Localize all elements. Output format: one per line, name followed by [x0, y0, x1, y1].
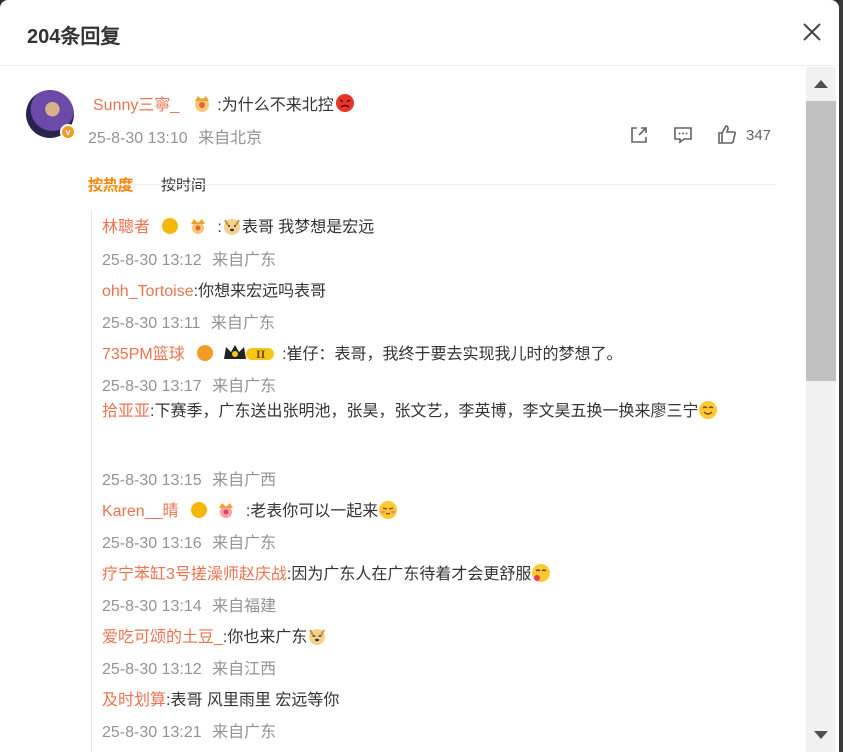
angry-face-emoji-icon — [335, 94, 354, 112]
modal-header: 204条回复 — [0, 0, 839, 66]
dog-face-emoji-icon — [223, 219, 240, 235]
verified-badge-icon — [197, 345, 214, 361]
comment-actions: 347 — [628, 124, 771, 146]
replies-modal: 204条回复 v Sunny三寧_ :为什么不来北控 25-8-30 13:10… — [0, 0, 839, 752]
reply-username[interactable]: 林聰者 — [102, 219, 150, 236]
reply-meta: 25-8-30 13:21 来自广东 — [102, 718, 276, 742]
reply-location: 来自福建 — [212, 598, 277, 615]
reply-time: 25-8-30 13:14 — [102, 598, 202, 615]
comment-thread: v Sunny三寧_ :为什么不来北控 25-8-30 13:10 来自北京 3… — [0, 67, 806, 752]
reply-meta: 25-8-30 13:12 来自广东 — [102, 246, 276, 270]
reply-text: :你也来广东 — [222, 629, 308, 646]
reply-time: 25-8-30 13:17 — [102, 378, 202, 395]
reply-meta: 25-8-30 13:12 来自江西 — [102, 655, 276, 679]
reply-location: 来自广西 — [212, 472, 277, 489]
close-icon — [803, 23, 821, 41]
reply-meta: 25-8-30 13:14 来自福建 — [102, 592, 276, 616]
reply-location: 来自江西 — [212, 661, 277, 678]
main-comment-time: 25-8-30 13:10 — [88, 130, 188, 147]
reply-meta: 25-8-30 13:17 来自广东 — [102, 372, 276, 396]
verified-badge-icon — [190, 502, 207, 518]
triangle-down-icon — [814, 731, 828, 739]
reply-time: 25-8-30 13:12 — [102, 661, 202, 678]
fan-crown-icon — [195, 96, 210, 112]
divider — [88, 184, 776, 185]
reply-location: 来自广东 — [212, 252, 277, 269]
reply-username[interactable]: 拾亚亚 — [102, 403, 150, 420]
main-comment-text: :为什么不来北控 — [217, 97, 334, 114]
like-count: 347 — [746, 126, 772, 144]
reply-location: 来自广东 — [212, 535, 277, 552]
scroll-up-button[interactable] — [806, 67, 836, 99]
triangle-up-icon — [814, 80, 828, 88]
fan-crown-icon — [190, 219, 205, 234]
reply-time: 25-8-30 13:16 — [102, 535, 202, 552]
reply-item: 拾亚亚:下赛季，广东送出张明池，张昊，张文艺，李英博，李文昊五换一换来廖三宁 — [102, 398, 772, 426]
reply-username[interactable]: Karen__晴 — [102, 503, 179, 520]
svg-text:II: II — [256, 350, 266, 361]
reply-item: 735PM篮球 II :崔仔：表哥，我终于要去实现我儿时的梦想了。 — [102, 340, 623, 364]
reply-item: 林聰者 : 表哥 我梦想是宏远 — [102, 213, 374, 237]
reply-rail — [91, 210, 92, 752]
svip-crown-badge-icon: II — [223, 345, 274, 361]
doge-emoji-icon — [309, 629, 326, 645]
reply-username[interactable]: 735PM篮球 — [102, 346, 185, 363]
scrollbar-thumb[interactable] — [806, 101, 836, 381]
scroll-down-button[interactable] — [806, 720, 836, 752]
comment-icon[interactable] — [672, 124, 694, 146]
main-comment-location: 来自北京 — [198, 130, 263, 147]
reply-item: ohh_Tortoise:你想来宏远吗表哥 — [102, 277, 326, 301]
main-comment-line: Sunny三寧_ :为什么不来北控 — [93, 91, 355, 115]
reply-item: 爱吃可颂的土豆_:你也来广东 — [102, 623, 327, 647]
reply-location: 来自广东 — [212, 724, 277, 741]
reply-location: 来自广东 — [210, 315, 275, 332]
reply-item: 疗宁苯缸3号搓澡师赵庆战:因为广东人在广东待着才会更舒服 — [102, 560, 551, 584]
thumbs-up-icon[interactable] — [716, 124, 738, 146]
reply-username[interactable]: ohh_Tortoise — [102, 283, 194, 300]
reply-meta: 25-8-30 13:15 来自广西 — [102, 466, 276, 490]
reply-location: 来自广东 — [212, 378, 277, 395]
reply-text: :崔仔：表哥，我终于要去实现我儿时的梦想了。 — [282, 346, 623, 363]
reply-text: :你想来宏远吗表哥 — [193, 283, 327, 300]
reply-text: :表哥 风里雨里 宏远等你 — [166, 692, 340, 709]
main-comment-username[interactable]: Sunny三寧_ — [93, 91, 179, 115]
reply-username[interactable]: 爱吃可颂的土豆_ — [102, 629, 223, 646]
reply-time: 25-8-30 13:15 — [102, 472, 202, 489]
share-icon[interactable] — [628, 124, 650, 146]
reply-item: 及时划算:表哥 风里雨里 宏远等你 — [102, 686, 339, 710]
verified-badge-icon — [162, 218, 179, 234]
reply-time: 25-8-30 13:11 — [102, 315, 201, 332]
main-comment-meta: 25-8-30 13:10 来自北京 — [88, 124, 262, 148]
reply-time: 25-8-30 13:21 — [102, 724, 202, 741]
reply-text: :老表你可以一起来 — [245, 503, 379, 520]
smiling-face-emoji-icon — [699, 401, 718, 419]
modal-title: 204条回复 — [27, 26, 121, 48]
reply-text: :因为广东人在广东待着才会更舒服 — [286, 566, 532, 583]
drooling-face-emoji-icon — [532, 564, 551, 582]
avatar[interactable]: v — [26, 90, 76, 140]
close-button[interactable] — [799, 19, 825, 45]
reply-username[interactable]: 及时划算 — [102, 692, 166, 709]
fan-crown-icon — [219, 503, 234, 518]
reply-meta: 25-8-30 13:11 来自广东 — [102, 309, 275, 333]
reply-item: Karen__晴 :老表你可以一起来 — [102, 497, 398, 521]
verified-badge-icon: v — [60, 124, 76, 140]
reply-meta: 25-8-30 13:16 来自广东 — [102, 529, 276, 553]
reply-text: :下赛季，广东送出张明池，张昊，张文艺，李英博，李文昊五换一换来廖三宁 — [150, 403, 699, 420]
shy-face-emoji-icon — [379, 501, 398, 519]
reply-time: 25-8-30 13:12 — [102, 252, 202, 269]
reply-text: 表哥 我梦想是宏远 — [241, 219, 375, 236]
reply-username[interactable]: 疗宁苯缸3号搓澡师赵庆战 — [102, 566, 287, 583]
background-strip — [839, 0, 843, 752]
